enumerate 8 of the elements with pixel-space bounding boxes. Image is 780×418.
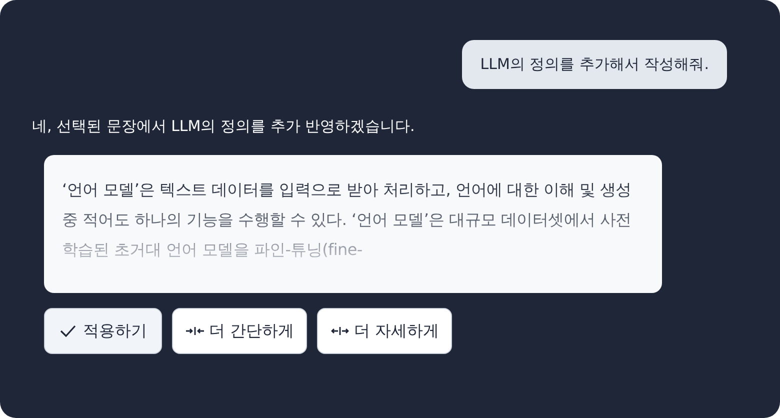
apply-button[interactable]: 적용하기 [44, 308, 162, 354]
rewrite-button[interactable]: 더 간단하게 [172, 308, 308, 354]
user-message: LLM의 정의를 추가해서 작성해줘. [462, 40, 727, 88]
rewrite-button[interactable]: 더 자세하게 [317, 308, 452, 354]
expand-arrows-icon [330, 326, 350, 336]
shrink-arrows-icon [185, 326, 205, 336]
check-icon [59, 324, 77, 338]
assistant-message: 네, 선택된 문장에서 LLM의 정의를 추가 반영하겠습니다. [32, 116, 416, 136]
